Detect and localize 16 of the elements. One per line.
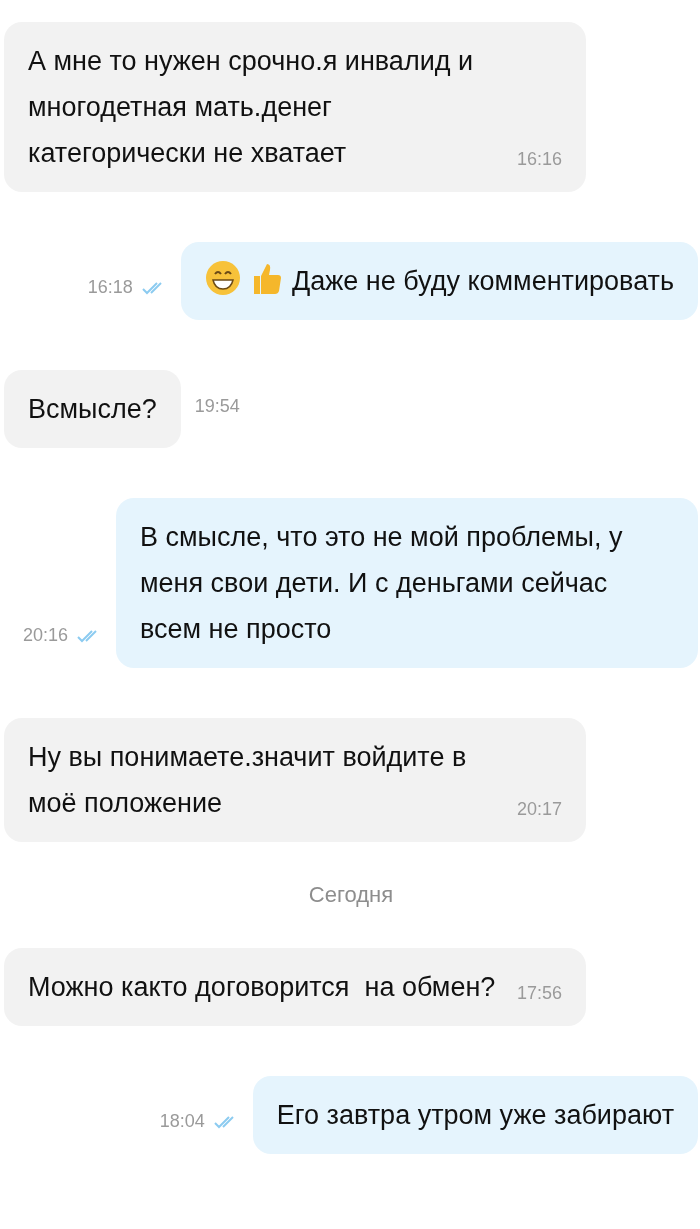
incoming-message: Можно както договорится на обмен? 17:56 — [4, 948, 586, 1026]
message-time: 20:17 — [516, 799, 562, 821]
incoming-message: А мне то нужен срочно.я инвалид и многодетная мать.денег категорически не хватает 16:16 — [4, 22, 586, 192]
incoming-message: Всмысле? — [4, 370, 181, 448]
message-time: 17:56 — [516, 983, 562, 1005]
message-time: 19:54 — [194, 395, 240, 418]
date-divider: Сегодня — [308, 882, 394, 908]
outgoing-message: Даже не буду комментировать — [180, 242, 698, 320]
outgoing-message: В смысле, что это не мой проблемы, у меня свои дети. И с деньгами сейчас всем не просто — [116, 498, 698, 668]
outgoing-message: Его завтра утром уже забирают — [252, 1076, 698, 1154]
message-time: 16:18 — [87, 277, 133, 298]
grinning-face-icon — [204, 260, 241, 296]
message-time: 18:04 — [159, 1111, 205, 1132]
message-time: 20:16 — [22, 625, 68, 646]
message-time: 16:16 — [516, 149, 562, 171]
incoming-message: Ну вы понимаете.значит войдите в моё положение 20:17 — [4, 718, 586, 842]
